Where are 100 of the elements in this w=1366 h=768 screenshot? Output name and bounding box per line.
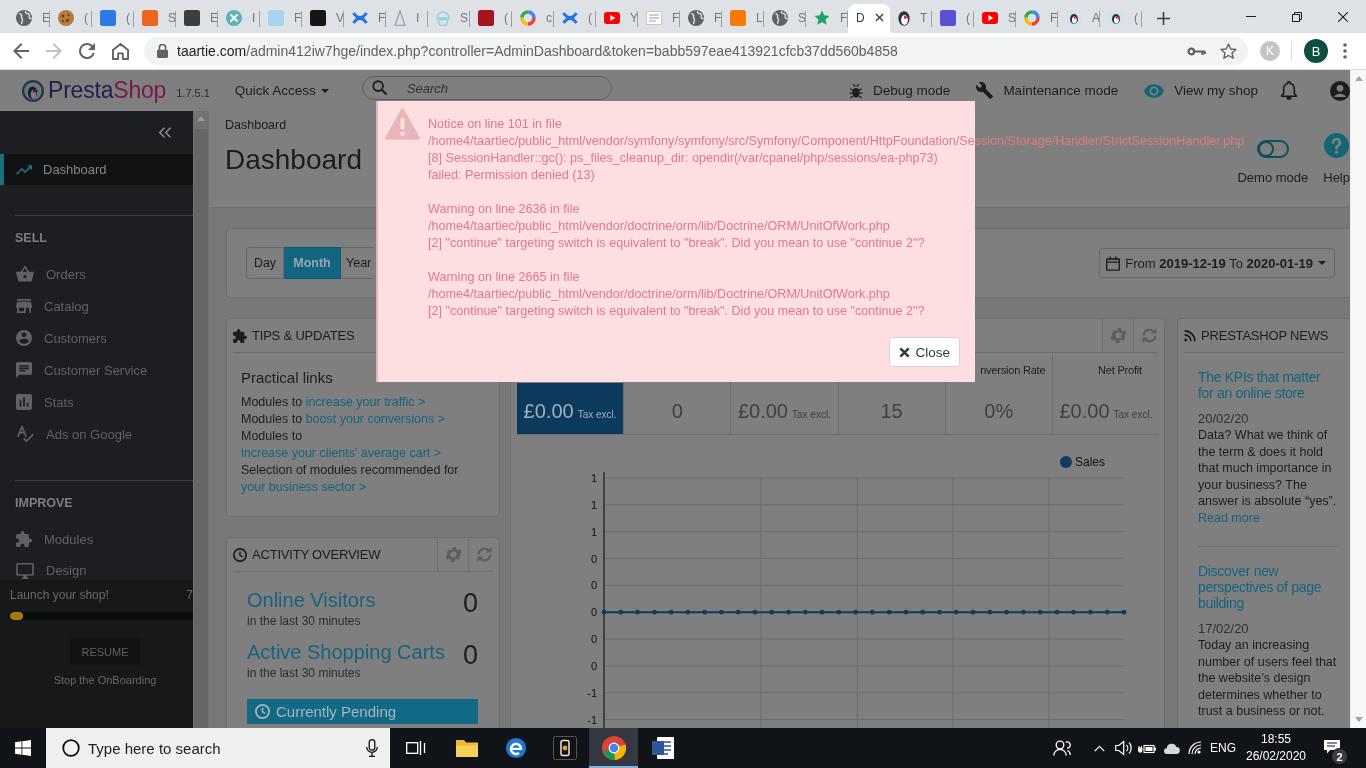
browser-tab[interactable]: L [722, 4, 764, 33]
language-indicator[interactable]: ENG [1207, 728, 1239, 768]
clock-date[interactable]: 26/02/2020 [1245, 748, 1307, 765]
sidebar-item[interactable]: Customers [0, 322, 193, 354]
legend-label[interactable]: Sales [1075, 455, 1106, 469]
new-tab-icon[interactable] [1157, 11, 1170, 25]
browser-tab[interactable]: I [218, 4, 260, 33]
browser-tab[interactable]: E [176, 4, 218, 33]
close-icon[interactable] [1338, 11, 1348, 22]
browser-tab[interactable]: E [8, 4, 50, 33]
browser-tab[interactable]: F [260, 4, 302, 33]
logo-tile-icon [940, 9, 956, 26]
clock-icon [255, 704, 270, 719]
collapse-icon[interactable] [158, 127, 172, 138]
clock-time[interactable]: 18:55 [1261, 731, 1291, 748]
browser-tab[interactable]: ( [92, 4, 134, 33]
home-icon[interactable] [112, 42, 129, 60]
profile-avatar[interactable]: B [1304, 39, 1328, 63]
windows-icon[interactable] [15, 740, 31, 756]
browser-tab[interactable]: T [890, 4, 932, 33]
sidebar-item[interactable]: Design [0, 555, 193, 580]
browser-tab[interactable]: F [806, 4, 848, 33]
sidebar-item[interactable]: Customer Service [0, 354, 193, 386]
error-heading: Warning on line 2665 in file [428, 269, 580, 286]
period-tab[interactable]: Year [341, 247, 374, 279]
menu-icon[interactable] [1343, 43, 1347, 59]
browser-tab[interactable]: F [638, 4, 680, 33]
swoosh-icon [562, 9, 578, 26]
key-icon[interactable] [1187, 46, 1206, 56]
sidebar-item[interactable]: Catalog [0, 290, 193, 322]
breadcrumb-link[interactable]: Dashboard [225, 118, 287, 133]
browser-tab[interactable]: c [512, 4, 554, 33]
microphone-icon[interactable] [366, 739, 378, 757]
back-icon[interactable] [13, 43, 29, 59]
sidebar-item[interactable]: Dashboard [0, 154, 193, 185]
user-icon[interactable] [1330, 80, 1350, 101]
browser-tab[interactable]: S [134, 4, 176, 33]
help-label[interactable]: Help [1323, 170, 1350, 185]
kpi-tab[interactable]: £0.00 Tax excl. [1052, 383, 1160, 434]
pending-section-tab[interactable]: Currently Pending [247, 699, 478, 724]
browser-tab[interactable]: ( [1100, 4, 1142, 33]
browser-tab[interactable]: D [848, 4, 890, 33]
taskbar-search-field[interactable]: Type here to search [46, 728, 390, 768]
axis-label: 0 [590, 633, 597, 646]
cloud-icon[interactable] [1162, 742, 1180, 754]
close-button[interactable]: Close [889, 337, 960, 367]
header-link[interactable]: Debug mode [849, 82, 951, 99]
sidebar-item[interactable]: Stats [0, 386, 193, 418]
address-field[interactable]: taartie.com/admin412iw7hge/index.php?controller=AdminDashboard&token=babb597eae413921cfcb37dd560b4858 [144, 37, 1248, 65]
browser-tab[interactable]: S [974, 4, 1016, 33]
browser-tab[interactable]: ( [50, 4, 92, 33]
task-view-icon[interactable] [406, 740, 426, 756]
browser-tab[interactable]: F [344, 4, 386, 33]
restore-icon[interactable] [1292, 11, 1302, 22]
browser-tab[interactable]: S [428, 4, 470, 33]
sidebar-item[interactable]: Ads on Google [0, 418, 193, 450]
period-tab[interactable]: Month [284, 247, 341, 279]
sidebar-scrollbar[interactable] [193, 111, 209, 728]
taskbar-button[interactable] [589, 728, 638, 768]
browser-tab[interactable]: S [764, 4, 806, 33]
document-icon [650, 737, 675, 759]
browser-tab[interactable]: I [386, 4, 428, 33]
browser-tab[interactable]: F [680, 4, 722, 33]
stop-onboarding-link[interactable]: Stop the OnBoarding [53, 673, 157, 687]
panel-title: TIPS & UPDATES [252, 328, 355, 343]
sidebar-item[interactable]: Modules [0, 523, 193, 555]
period-tab[interactable]: Day [246, 247, 284, 279]
speaker-icon[interactable] [1114, 740, 1132, 756]
browser-tab[interactable]: V [302, 4, 344, 33]
header-link[interactable]: View my shop [1144, 83, 1258, 98]
close-icon[interactable] [874, 13, 884, 22]
resume-button[interactable]: RESUME [70, 638, 140, 665]
browser-tab[interactable]: F [1016, 4, 1058, 33]
toggle-switch[interactable] [1256, 140, 1289, 158]
kpi-tab[interactable]: 0% [945, 383, 1052, 434]
wifi-icon[interactable] [1188, 741, 1202, 755]
kpi-label: nversion Rate [980, 363, 1046, 378]
search-field[interactable]: Search [361, 76, 612, 100]
header-link[interactable]: Maintenance mode [976, 82, 1119, 99]
browser-tab[interactable]: Y [596, 4, 638, 33]
browser-tab[interactable]: ( [470, 4, 512, 33]
tip-text: Modules to boost your conversions > [241, 411, 445, 428]
browser-tab[interactable]: A [1058, 4, 1100, 33]
browser-tab[interactable]: ( [554, 4, 596, 33]
browser-tab[interactable]: ( [932, 4, 974, 33]
battery-plug-icon[interactable] [1138, 742, 1156, 754]
reload-icon[interactable] [79, 43, 95, 59]
date-range-button[interactable]: From 2019-12-19 To 2020-01-19 [1099, 248, 1335, 278]
kpi-tab[interactable]: £0.00 Tax excl. [517, 383, 624, 434]
article-date: 20/02/20 [1198, 411, 1249, 427]
sidebar-item[interactable]: Orders [0, 258, 193, 290]
chevron-up-icon[interactable] [1093, 744, 1105, 752]
kpi-tab[interactable]: 15 [838, 383, 945, 434]
quick-access-menu[interactable]: Quick Access [234, 83, 329, 98]
bell-icon[interactable] [1281, 81, 1297, 100]
bookmark-star-icon[interactable] [1220, 43, 1237, 59]
kpi-tab[interactable]: 0 [624, 383, 731, 434]
kpi-tab[interactable]: £0.00 Tax excl. [731, 383, 838, 434]
error-message: [2] "continue" targeting switch is equivalent to "break". Did you mean to use "continue 2"? [428, 303, 925, 320]
people-icon[interactable] [1053, 740, 1071, 756]
